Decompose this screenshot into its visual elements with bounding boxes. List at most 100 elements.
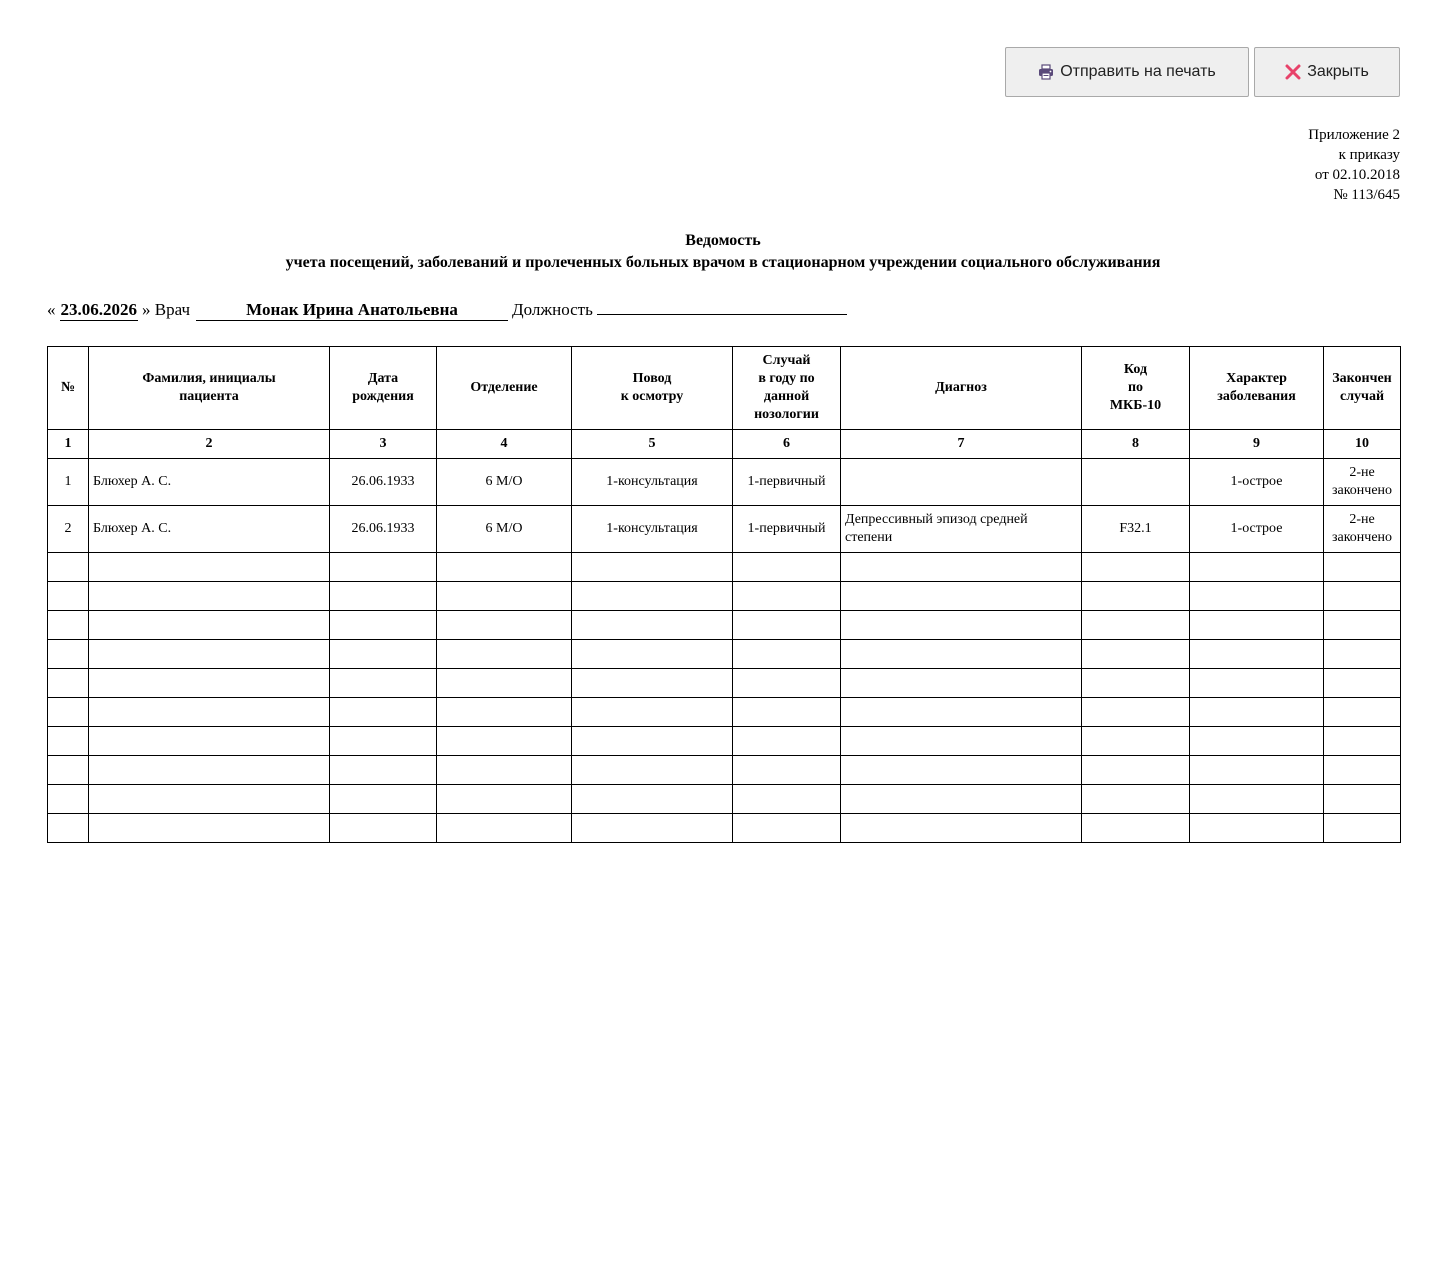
empty-cell: [732, 755, 841, 785]
doctor-label: » Врач: [142, 300, 191, 319]
close-icon: [1285, 64, 1301, 80]
disease-character-cell: 1-острое: [1189, 505, 1324, 553]
empty-cell: [571, 639, 733, 669]
empty-cell: [571, 581, 733, 611]
empty-cell: [1323, 668, 1401, 698]
empty-cell: [1323, 784, 1401, 814]
empty-cell: [1189, 726, 1324, 756]
empty-table-row: [47, 784, 1401, 814]
case-finished-cell: 2-не закончено: [1323, 505, 1401, 553]
empty-cell: [732, 726, 841, 756]
empty-cell: [47, 581, 89, 611]
icd-code-cell: F32.1: [1081, 505, 1190, 553]
reason-cell: 1-консультация: [571, 505, 733, 553]
empty-table-row: [47, 697, 1401, 727]
empty-cell: [436, 813, 572, 843]
empty-cell: [732, 639, 841, 669]
reason-cell: 1-консультация: [571, 458, 733, 506]
empty-cell: [1323, 610, 1401, 640]
birth-date-cell: 26.06.1933: [329, 458, 437, 506]
empty-cell: [88, 639, 330, 669]
title-main: Ведомость: [685, 232, 761, 249]
empty-cell: [329, 755, 437, 785]
birth-date-cell: 26.06.1933: [329, 505, 437, 553]
empty-cell: [732, 581, 841, 611]
empty-cell: [329, 552, 437, 582]
empty-table-row: [47, 813, 1401, 843]
empty-cell: [1189, 581, 1324, 611]
position-value: [596, 298, 847, 315]
empty-cell: [88, 668, 330, 698]
column-header: Случай в году по данной нозологии: [732, 346, 841, 430]
empty-cell: [88, 726, 330, 756]
empty-cell: [571, 552, 733, 582]
empty-cell: [840, 784, 1082, 814]
appendix-note: Приложение 2 к приказу от 02.10.2018 № 1…: [1308, 125, 1400, 205]
empty-cell: [1323, 581, 1401, 611]
empty-cell: [1081, 552, 1190, 582]
row-number-cell: 2: [47, 505, 89, 553]
empty-cell: [88, 784, 330, 814]
patient-cell: Блюхер А. С.: [88, 458, 330, 506]
empty-cell: [47, 668, 89, 698]
empty-cell: [1189, 697, 1324, 727]
appendix-line: Приложение 2: [1308, 127, 1400, 143]
empty-cell: [88, 697, 330, 727]
empty-cell: [571, 784, 733, 814]
empty-cell: [436, 697, 572, 727]
empty-table-row: [47, 610, 1401, 640]
empty-cell: [1189, 552, 1324, 582]
appendix-line: № 113/645: [1333, 187, 1400, 203]
empty-table-row: [47, 755, 1401, 785]
table-row: 2 Блюхер А. С. 26.06.1933 6 М/О 1-консультац…: [47, 505, 1401, 553]
empty-cell: [1189, 610, 1324, 640]
empty-cell: [840, 668, 1082, 698]
empty-cell: [1189, 668, 1324, 698]
appendix-line: от 02.10.2018: [1314, 167, 1400, 183]
empty-cell: [436, 784, 572, 814]
empty-cell: [840, 552, 1082, 582]
department-cell: 6 М/О: [436, 505, 572, 553]
title-sub: учета посещений, заболеваний и пролеченн…: [285, 254, 1161, 271]
print-button[interactable]: Отправить на печать: [1005, 47, 1249, 97]
empty-cell: [1081, 813, 1190, 843]
empty-cell: [1323, 813, 1401, 843]
position-label: Должность: [512, 300, 593, 319]
empty-cell: [329, 813, 437, 843]
empty-cell: [1323, 755, 1401, 785]
empty-cell: [732, 668, 841, 698]
empty-cell: [47, 697, 89, 727]
empty-cell: [732, 697, 841, 727]
empty-cell: [1323, 697, 1401, 727]
column-header: Код по МКБ-10: [1081, 346, 1190, 430]
empty-cell: [732, 784, 841, 814]
empty-cell: [1081, 697, 1190, 727]
empty-cell: [1081, 726, 1190, 756]
empty-cell: [436, 639, 572, 669]
empty-cell: [1189, 813, 1324, 843]
empty-cell: [88, 552, 330, 582]
empty-cell: [88, 755, 330, 785]
column-number: 9: [1189, 429, 1324, 459]
table-body: 1 Блюхер А. С. 26.06.1933 6 М/О 1-консультац…: [47, 458, 1401, 843]
empty-cell: [47, 755, 89, 785]
empty-cell: [1081, 784, 1190, 814]
empty-cell: [436, 755, 572, 785]
empty-cell: [1081, 668, 1190, 698]
column-number: 2: [88, 429, 330, 459]
column-number: 4: [436, 429, 572, 459]
column-number: 7: [840, 429, 1082, 459]
empty-cell: [840, 726, 1082, 756]
column-number: 6: [732, 429, 841, 459]
empty-cell: [1189, 639, 1324, 669]
empty-cell: [732, 610, 841, 640]
empty-cell: [47, 610, 89, 640]
toolbar: Отправить на печать Закрыть: [1005, 47, 1400, 97]
empty-cell: [571, 755, 733, 785]
disease-character-cell: 1-острое: [1189, 458, 1324, 506]
empty-table-row: [47, 581, 1401, 611]
empty-cell: [329, 668, 437, 698]
close-button[interactable]: Закрыть: [1254, 47, 1400, 97]
visits-table: № Фамилия, инициалы пациента Дата рождения…: [47, 346, 1401, 843]
empty-cell: [571, 668, 733, 698]
